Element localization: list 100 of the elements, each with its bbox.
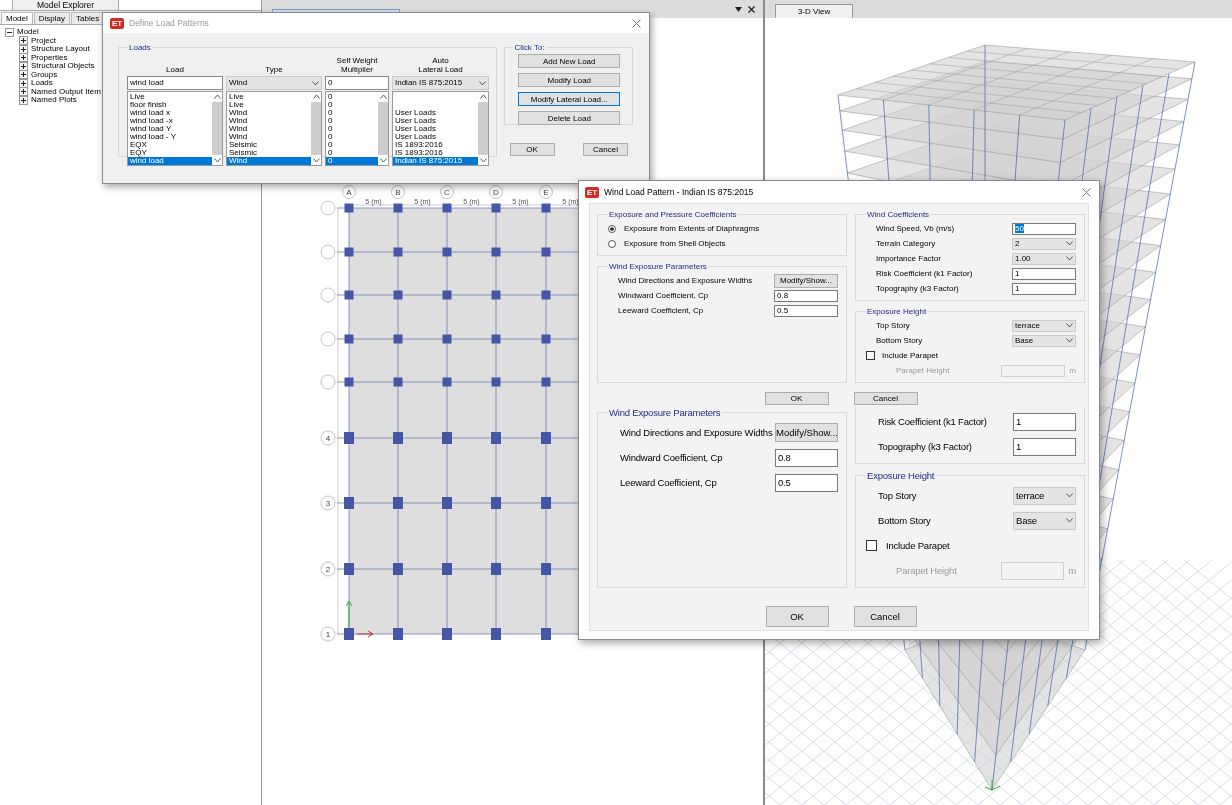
list-item[interactable]: 0 (326, 141, 378, 149)
list-item[interactable]: wind load Y (128, 125, 212, 133)
list-box[interactable]: 0 0 0 0 0 0 0 0 0 (325, 91, 389, 166)
input-field[interactable]: 0.5 (775, 473, 838, 492)
chevron-down-icon[interactable] (213, 158, 221, 163)
list-item[interactable]: Live (227, 101, 311, 109)
cancel-button[interactable]: Cancel (583, 143, 628, 156)
chevron-down-icon[interactable] (479, 158, 487, 163)
tree-item[interactable]: Named Plots (31, 96, 77, 105)
chevron-down-icon[interactable] (1066, 338, 1073, 343)
tree-item[interactable]: Structure Layout (31, 45, 90, 54)
list-item[interactable]: 0 (326, 157, 378, 165)
chevron-up-icon[interactable] (379, 94, 387, 99)
list-item[interactable]: wind load (128, 157, 212, 165)
tree-item[interactable]: Project (31, 36, 56, 45)
chevron-down-icon[interactable] (312, 158, 320, 163)
list-item[interactable]: Live (227, 93, 311, 101)
list-item[interactable]: EQX (128, 141, 212, 149)
chevron-down-icon[interactable] (1066, 241, 1073, 246)
tree-item[interactable]: Named Output Item (31, 87, 101, 96)
tab[interactable]: Display (33, 12, 71, 24)
list-item[interactable]: Seismic (227, 149, 311, 157)
list-item[interactable]: 0 (326, 93, 378, 101)
input-field[interactable]: 0.8 (775, 448, 838, 467)
input-field[interactable]: 0.8 (774, 289, 838, 302)
chevron-down-icon[interactable] (1066, 493, 1073, 498)
list-item[interactable]: 0 (326, 117, 378, 125)
radio-button[interactable] (608, 224, 616, 233)
ok-button[interactable]: OK (764, 392, 829, 405)
tab[interactable]: Tables (71, 12, 105, 24)
action-button[interactable]: Delete Load (518, 111, 621, 125)
cancel-button[interactable]: Cancel (853, 606, 917, 627)
list-item[interactable]: floor finish (128, 101, 212, 109)
list-item[interactable]: Wind (227, 117, 311, 125)
ok-button[interactable]: OK (509, 143, 555, 156)
list-item[interactable]: IS 1893:2016 (393, 141, 478, 149)
list-item[interactable]: 0 (326, 125, 378, 133)
chevron-down-icon[interactable] (379, 158, 387, 163)
list-box[interactable]: Live Live Wind Wind Wind Wind Seismic Seismic Wind (226, 91, 322, 166)
tree-toggle[interactable] (19, 53, 28, 63)
chevron-up-icon[interactable] (479, 94, 487, 99)
input-field[interactable]: 0.5 (774, 304, 838, 317)
list-item[interactable]: Wind (227, 125, 311, 133)
action-button[interactable]: Modify/Show... (774, 273, 838, 288)
radio-button[interactable] (608, 239, 616, 248)
tree-toggle[interactable] (19, 36, 28, 46)
input-field[interactable]: 1 (1013, 437, 1076, 456)
list-item[interactable]: User Loads (393, 117, 478, 125)
chevron-up-icon[interactable] (312, 94, 320, 99)
scrollbar[interactable] (378, 92, 388, 165)
cancel-button[interactable]: Cancel (853, 392, 918, 405)
list-item[interactable]: wind load - Y (128, 133, 212, 141)
input-field[interactable]: 1 (1012, 282, 1076, 295)
action-button[interactable]: Modify/Show... (775, 423, 838, 442)
checkbox[interactable] (866, 351, 875, 360)
chevron-up-icon[interactable] (213, 94, 221, 99)
chevron-down-icon[interactable] (1066, 256, 1073, 261)
list-item[interactable]: 0 (326, 101, 378, 109)
scrollbar[interactable] (311, 92, 321, 165)
list-item[interactable]: 0 (326, 109, 378, 117)
list-item[interactable]: wind load x (128, 109, 212, 117)
list-item[interactable]: 0 (326, 133, 378, 141)
action-button[interactable]: Modify Load (518, 73, 621, 87)
dropdown[interactable]: Indian IS 875:2015 (392, 76, 489, 90)
list-item[interactable]: Indian IS 875:2015 (393, 157, 478, 165)
list-item[interactable]: User Loads (393, 125, 478, 133)
tree-item[interactable]: Properties (31, 53, 68, 62)
chevron-down-icon[interactable] (312, 80, 319, 86)
close-icon[interactable] (748, 5, 755, 13)
dropdown[interactable]: Base (1012, 334, 1076, 347)
tree-toggle[interactable] (19, 95, 28, 105)
tree-toggle[interactable] (19, 70, 28, 80)
dropdown-icon[interactable] (735, 6, 742, 12)
tree-item[interactable]: Loads (31, 79, 53, 88)
dropdown[interactable]: Wind (226, 76, 322, 90)
tree-item[interactable]: Structural Objects (31, 62, 95, 71)
list-item[interactable]: Seismic (227, 141, 311, 149)
dropdown[interactable]: 2 (1012, 237, 1076, 250)
dropdown[interactable]: terrace (1012, 319, 1076, 332)
list-box[interactable]: User Loads User Loads User Loads User Loads IS 1893:2016 IS 1893:2016 Indian IS 875:2015 (392, 91, 489, 166)
chevron-down-icon[interactable] (479, 80, 486, 86)
input-field[interactable]: 50 (1012, 222, 1076, 235)
view-tab[interactable]: 3-D View (775, 4, 854, 18)
list-item[interactable]: EQY (128, 149, 212, 157)
tree-item[interactable]: Model (17, 28, 39, 37)
tree-item[interactable]: Groups (31, 70, 58, 79)
action-button[interactable]: Modify Lateral Load... (518, 92, 621, 106)
list-box[interactable]: Live floor finish wind load x wind load -x wind load Y wind load - Y EQX EQY wind load (127, 91, 223, 166)
list-item[interactable]: Wind (227, 133, 311, 141)
list-item[interactable]: 0 (326, 149, 378, 157)
list-item[interactable]: Wind (227, 157, 311, 165)
list-item[interactable]: User Loads (393, 109, 478, 117)
chevron-down-icon[interactable] (1066, 323, 1073, 328)
checkbox[interactable] (866, 540, 877, 551)
input-field[interactable]: 0 (325, 76, 389, 90)
input-field[interactable]: wind load (127, 76, 223, 90)
dropdown[interactable]: Base (1013, 511, 1076, 530)
list-item[interactable]: wind load -x (128, 117, 212, 125)
list-item[interactable]: Wind (227, 109, 311, 117)
tab[interactable]: Model (1, 12, 33, 24)
